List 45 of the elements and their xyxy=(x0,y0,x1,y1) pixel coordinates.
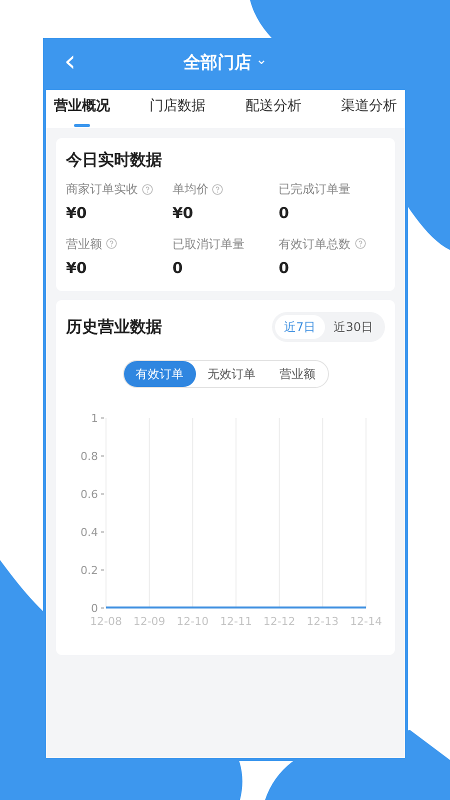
metric-value: 0 xyxy=(172,258,184,278)
metric-value: 0 xyxy=(278,258,290,278)
y-tick-label: 0.4 xyxy=(80,526,104,539)
x-tick-label: 12-09 xyxy=(133,615,166,628)
y-tick-label: 0.2 xyxy=(80,564,104,577)
help-icon[interactable] xyxy=(354,238,366,249)
range-option[interactable]: 近30日 xyxy=(324,315,382,339)
tab[interactable]: 配送分析 xyxy=(245,96,302,127)
y-tick-label: 1 xyxy=(91,412,104,425)
x-tick-label: 12-14 xyxy=(350,615,382,628)
x-tick-label: 12-13 xyxy=(306,615,339,628)
metric-value: ¥0 xyxy=(66,258,88,278)
tab[interactable]: 渠道分析 xyxy=(340,96,397,127)
x-tick-label: 12-10 xyxy=(176,615,209,628)
metric-option[interactable]: 无效订单 xyxy=(196,361,268,387)
metric-label: 商家订单实收 xyxy=(66,181,138,198)
x-tick-label: 12-08 xyxy=(90,615,122,628)
metric-value: ¥0 xyxy=(66,203,88,224)
y-tick-label: 0.4 xyxy=(80,526,98,539)
metric-value: ¥0 xyxy=(172,203,194,224)
tab[interactable]: 门店数据 xyxy=(150,96,206,127)
metric-label: 已取消订单量 xyxy=(172,236,244,252)
y-tick-label: 0.6 xyxy=(80,488,98,501)
metric-value: 0 xyxy=(278,203,290,224)
help-icon[interactable] xyxy=(212,184,224,194)
y-tick-label: 0.8 xyxy=(80,450,98,463)
y-tick-label: 1 xyxy=(91,412,98,425)
y-tick-label: 0.2 xyxy=(80,564,98,577)
metric-option[interactable]: 营业额 xyxy=(268,361,328,387)
help-icon[interactable] xyxy=(106,238,117,249)
card-title: 历史营业数据 xyxy=(66,316,162,338)
x-tick-label: 12-11 xyxy=(220,615,252,628)
metric-label: 单均价 xyxy=(172,181,208,198)
y-tick-label: 0 xyxy=(91,602,104,615)
metric-option[interactable]: 有效订单 xyxy=(124,361,196,387)
tab[interactable]: 营业概况 xyxy=(54,96,110,127)
metric-label: 已完成订单量 xyxy=(278,181,351,198)
metric-label: 有效订单总数 xyxy=(278,236,351,252)
card-title: 今日实时数据 xyxy=(66,149,163,171)
y-tick-label: 0.8 xyxy=(80,450,104,463)
y-tick-label: 0 xyxy=(91,602,98,615)
y-tick-label: 0.6 xyxy=(80,488,104,501)
x-tick-label: 12-12 xyxy=(263,615,296,628)
help-icon[interactable] xyxy=(142,184,153,194)
metric-label: 营业额 xyxy=(66,236,102,252)
